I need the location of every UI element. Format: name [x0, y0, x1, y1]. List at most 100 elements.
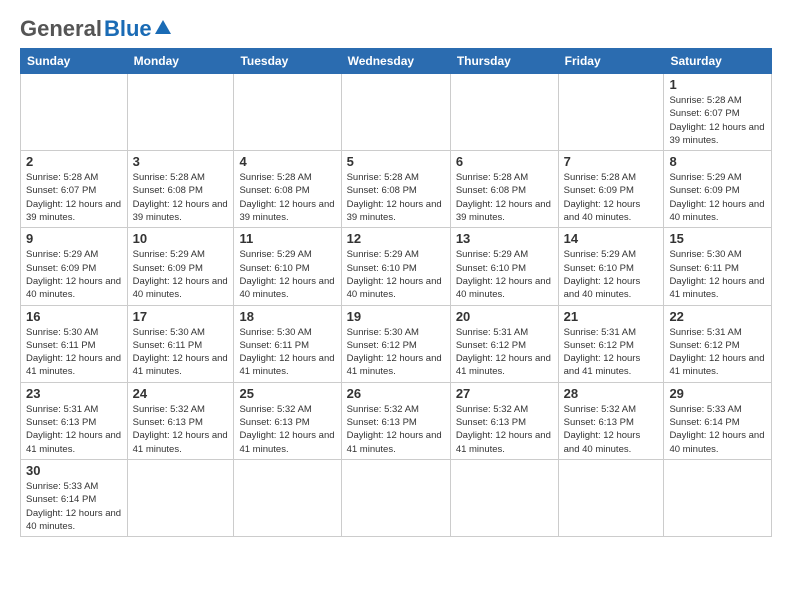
calendar-cell: [21, 74, 128, 151]
calendar-cell: [558, 74, 664, 151]
calendar-cell: 3 Sunrise: 5:28 AM Sunset: 6:08 PM Daylig…: [127, 151, 234, 228]
logo-general-text: General: [20, 16, 102, 42]
day-number: 1: [669, 77, 766, 92]
calendar-cell: [450, 74, 558, 151]
day-info: Sunrise: 5:28 AM Sunset: 6:08 PM Dayligh…: [133, 171, 229, 224]
day-number: 10: [133, 231, 229, 246]
calendar-cell: [450, 459, 558, 536]
calendar-cell: 4 Sunrise: 5:28 AM Sunset: 6:08 PM Daylig…: [234, 151, 341, 228]
calendar-cell: 25 Sunrise: 5:32 AM Sunset: 6:13 PM Dayli…: [234, 382, 341, 459]
day-info: Sunrise: 5:32 AM Sunset: 6:13 PM Dayligh…: [347, 403, 445, 456]
weekday-header-monday: Monday: [127, 49, 234, 74]
day-number: 12: [347, 231, 445, 246]
day-number: 28: [564, 386, 659, 401]
calendar-week-6: 30Sunrise: 5:33 AM Sunset: 6:14 PM Dayli…: [21, 459, 772, 536]
day-number: 21: [564, 309, 659, 324]
calendar-cell: 2 Sunrise: 5:28 AM Sunset: 6:07 PM Daylig…: [21, 151, 128, 228]
calendar-cell: 22 Sunrise: 5:31 AM Sunset: 6:12 PM Dayli…: [664, 305, 772, 382]
calendar-cell: 23 Sunrise: 5:31 AM Sunset: 6:13 PM Dayli…: [21, 382, 128, 459]
day-info: Sunrise: 5:30 AM Sunset: 6:12 PM Dayligh…: [347, 326, 445, 379]
day-number: 3: [133, 154, 229, 169]
day-number: 11: [239, 231, 335, 246]
day-info: Sunrise: 5:30 AM Sunset: 6:11 PM Dayligh…: [669, 248, 766, 301]
day-info: Sunrise: 5:32 AM Sunset: 6:13 PM Dayligh…: [564, 403, 659, 456]
day-info: Sunrise: 5:31 AM Sunset: 6:13 PM Dayligh…: [26, 403, 122, 456]
day-number: 9: [26, 231, 122, 246]
day-number: 15: [669, 231, 766, 246]
weekday-header-row: SundayMondayTuesdayWednesdayThursdayFrid…: [21, 49, 772, 74]
day-info: Sunrise: 5:32 AM Sunset: 6:13 PM Dayligh…: [456, 403, 553, 456]
day-number: 5: [347, 154, 445, 169]
day-number: 18: [239, 309, 335, 324]
weekday-header-friday: Friday: [558, 49, 664, 74]
calendar-table: SundayMondayTuesdayWednesdayThursdayFrid…: [20, 48, 772, 537]
day-number: 26: [347, 386, 445, 401]
day-info: Sunrise: 5:28 AM Sunset: 6:09 PM Dayligh…: [564, 171, 659, 224]
logo-blue-text: Blue: [104, 16, 152, 42]
calendar-cell: 14Sunrise: 5:29 AM Sunset: 6:10 PM Dayli…: [558, 228, 664, 305]
calendar-cell: 17Sunrise: 5:30 AM Sunset: 6:11 PM Dayli…: [127, 305, 234, 382]
calendar-cell: 6Sunrise: 5:28 AM Sunset: 6:08 PM Daylig…: [450, 151, 558, 228]
day-number: 19: [347, 309, 445, 324]
calendar-cell: 15 Sunrise: 5:30 AM Sunset: 6:11 PM Dayli…: [664, 228, 772, 305]
calendar-cell: 30Sunrise: 5:33 AM Sunset: 6:14 PM Dayli…: [21, 459, 128, 536]
day-info: Sunrise: 5:31 AM Sunset: 6:12 PM Dayligh…: [564, 326, 659, 379]
day-number: 30: [26, 463, 122, 478]
day-number: 27: [456, 386, 553, 401]
calendar-cell: [234, 459, 341, 536]
day-number: 17: [133, 309, 229, 324]
day-info: Sunrise: 5:29 AM Sunset: 6:10 PM Dayligh…: [239, 248, 335, 301]
calendar-week-5: 23 Sunrise: 5:31 AM Sunset: 6:13 PM Dayli…: [21, 382, 772, 459]
calendar-cell: [341, 459, 450, 536]
calendar-cell: 13 Sunrise: 5:29 AM Sunset: 6:10 PM Dayli…: [450, 228, 558, 305]
day-info: Sunrise: 5:31 AM Sunset: 6:12 PM Dayligh…: [456, 326, 553, 379]
day-info: Sunrise: 5:28 AM Sunset: 6:08 PM Dayligh…: [347, 171, 445, 224]
calendar-cell: 20 Sunrise: 5:31 AM Sunset: 6:12 PM Dayli…: [450, 305, 558, 382]
calendar-cell: 27 Sunrise: 5:32 AM Sunset: 6:13 PM Dayli…: [450, 382, 558, 459]
weekday-header-wednesday: Wednesday: [341, 49, 450, 74]
calendar-cell: [558, 459, 664, 536]
day-number: 24: [133, 386, 229, 401]
day-info: Sunrise: 5:29 AM Sunset: 6:10 PM Dayligh…: [347, 248, 445, 301]
calendar-cell: 1 Sunrise: 5:28 AM Sunset: 6:07 PM Daylig…: [664, 74, 772, 151]
day-info: Sunrise: 5:30 AM Sunset: 6:11 PM Dayligh…: [239, 326, 335, 379]
day-info: Sunrise: 5:32 AM Sunset: 6:13 PM Dayligh…: [133, 403, 229, 456]
day-info: Sunrise: 5:29 AM Sunset: 6:10 PM Dayligh…: [564, 248, 659, 301]
weekday-header-tuesday: Tuesday: [234, 49, 341, 74]
logo: General Blue: [20, 16, 171, 42]
calendar-week-2: 2 Sunrise: 5:28 AM Sunset: 6:07 PM Daylig…: [21, 151, 772, 228]
day-number: 6: [456, 154, 553, 169]
weekday-header-thursday: Thursday: [450, 49, 558, 74]
day-info: Sunrise: 5:33 AM Sunset: 6:14 PM Dayligh…: [669, 403, 766, 456]
calendar-cell: 19 Sunrise: 5:30 AM Sunset: 6:12 PM Dayli…: [341, 305, 450, 382]
calendar-cell: 26 Sunrise: 5:32 AM Sunset: 6:13 PM Dayli…: [341, 382, 450, 459]
day-info: Sunrise: 5:31 AM Sunset: 6:12 PM Dayligh…: [669, 326, 766, 379]
day-number: 23: [26, 386, 122, 401]
calendar-cell: 12 Sunrise: 5:29 AM Sunset: 6:10 PM Dayli…: [341, 228, 450, 305]
day-info: Sunrise: 5:28 AM Sunset: 6:08 PM Dayligh…: [239, 171, 335, 224]
calendar-cell: 9Sunrise: 5:29 AM Sunset: 6:09 PM Daylig…: [21, 228, 128, 305]
calendar-week-3: 9 Sunrise: 5:29 AM Sunset: 6:09 PM Daylig…: [21, 228, 772, 305]
day-info: Sunrise: 5:30 AM Sunset: 6:11 PM Dayligh…: [26, 326, 122, 379]
day-number: 25: [239, 386, 335, 401]
day-info: Sunrise: 5:29 AM Sunset: 6:09 PM Dayligh…: [133, 248, 229, 301]
day-number: 29: [669, 386, 766, 401]
calendar-cell: [127, 74, 234, 151]
calendar-cell: 28 Sunrise: 5:32 AM Sunset: 6:13 PM Dayli…: [558, 382, 664, 459]
day-number: 20: [456, 309, 553, 324]
calendar-cell: [234, 74, 341, 151]
calendar-week-4: 16 Sunrise: 5:30 AM Sunset: 6:11 PM Dayli…: [21, 305, 772, 382]
calendar-page: General Blue SundayMondayTuesdayWednesda…: [0, 0, 792, 612]
day-info: Sunrise: 5:29 AM Sunset: 6:10 PM Dayligh…: [456, 248, 553, 301]
day-number: 2: [26, 154, 122, 169]
day-info: Sunrise: 5:28 AM Sunset: 6:07 PM Dayligh…: [669, 94, 766, 147]
day-number: 22: [669, 309, 766, 324]
day-info: Sunrise: 5:32 AM Sunset: 6:13 PM Dayligh…: [239, 403, 335, 456]
calendar-cell: 29 Sunrise: 5:33 AM Sunset: 6:14 PM Dayli…: [664, 382, 772, 459]
calendar-cell: 16 Sunrise: 5:30 AM Sunset: 6:11 PM Dayli…: [21, 305, 128, 382]
day-number: 4: [239, 154, 335, 169]
day-number: 13: [456, 231, 553, 246]
day-info: Sunrise: 5:28 AM Sunset: 6:07 PM Dayligh…: [26, 171, 122, 224]
calendar-cell: [127, 459, 234, 536]
day-number: 16: [26, 309, 122, 324]
